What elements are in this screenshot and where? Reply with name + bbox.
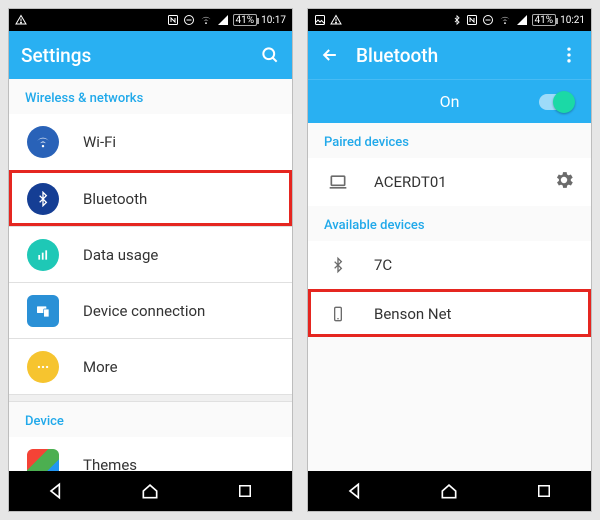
phone-bluetooth: 41% 10:21 Bluetooth On Paired devices AC… <box>307 8 592 512</box>
themes-icon <box>27 449 59 471</box>
row-label: Device connection <box>83 302 276 320</box>
status-bar: 41% 10:21 <box>308 9 591 31</box>
section-header-device: Device <box>9 402 292 437</box>
nav-recent-button[interactable] <box>524 476 564 506</box>
clock: 10:21 <box>560 15 585 26</box>
paired-device-acerdt01[interactable]: ACERDT01 <box>308 158 591 206</box>
phone-settings: 41% 10:17 Settings Wireless & networks W… <box>8 8 293 512</box>
wifi-icon <box>27 126 59 158</box>
warning-icon <box>330 14 342 26</box>
data-usage-icon <box>27 239 59 271</box>
device-label: Benson Net <box>374 305 575 323</box>
row-data-usage[interactable]: Data usage <box>9 226 292 282</box>
nfc-icon <box>167 14 179 26</box>
bluetooth-icon <box>27 183 59 215</box>
bluetooth-toggle[interactable] <box>539 94 573 110</box>
row-wifi[interactable]: Wi-Fi <box>9 114 292 170</box>
nav-bar <box>308 471 591 511</box>
page-title: Settings <box>21 44 91 67</box>
bluetooth-state-label: On <box>440 92 460 111</box>
row-label: Themes <box>83 456 276 471</box>
settings-list: Wireless & networks Wi-Fi Bluetooth Data… <box>9 79 292 471</box>
nav-home-button[interactable] <box>429 476 469 506</box>
nav-home-button[interactable] <box>130 476 170 506</box>
battery-icon: 41% <box>532 14 557 26</box>
available-device-benson-net[interactable]: Benson Net <box>308 289 591 337</box>
device-label: 7C <box>374 256 575 274</box>
back-icon[interactable] <box>320 45 340 65</box>
bluetooth-state-bar: On <box>308 79 591 123</box>
bluetooth-icon <box>326 255 350 275</box>
bluetooth-icon <box>452 14 462 26</box>
row-themes[interactable]: Themes <box>9 437 292 471</box>
search-icon[interactable] <box>260 45 280 65</box>
image-icon <box>314 14 326 26</box>
nav-back-button[interactable] <box>335 476 375 506</box>
device-label: ACERDT01 <box>374 173 529 191</box>
clock: 10:17 <box>261 15 286 26</box>
status-bar: 41% 10:17 <box>9 9 292 31</box>
section-header-wireless: Wireless & networks <box>9 79 292 114</box>
signal-icon <box>516 14 528 26</box>
wifi-icon <box>498 14 512 26</box>
do-not-disturb-icon <box>482 14 494 26</box>
nav-bar <box>9 471 292 511</box>
row-label: Data usage <box>83 246 276 264</box>
row-device-connection[interactable]: Device connection <box>9 282 292 338</box>
row-label: Wi-Fi <box>83 133 276 151</box>
do-not-disturb-icon <box>183 14 195 26</box>
phone-icon <box>326 304 350 324</box>
device-connection-icon <box>27 295 59 327</box>
section-header-available: Available devices <box>308 206 591 241</box>
more-icon <box>27 351 59 383</box>
wifi-icon <box>199 14 213 26</box>
row-label: More <box>83 358 276 376</box>
overflow-menu-icon[interactable] <box>559 45 579 65</box>
row-more[interactable]: More <box>9 338 292 394</box>
row-label: Bluetooth <box>83 190 276 208</box>
signal-icon <box>217 14 229 26</box>
laptop-icon <box>326 172 350 192</box>
app-bar: Bluetooth <box>308 31 591 79</box>
available-device-7c[interactable]: 7C <box>308 241 591 289</box>
gear-icon[interactable] <box>553 169 575 195</box>
battery-icon: 41% <box>233 14 258 26</box>
nav-back-button[interactable] <box>36 476 76 506</box>
nfc-icon <box>466 14 478 26</box>
row-bluetooth[interactable]: Bluetooth <box>9 170 292 226</box>
section-divider <box>9 394 292 402</box>
warning-icon <box>15 14 27 26</box>
section-header-paired: Paired devices <box>308 123 591 158</box>
nav-recent-button[interactable] <box>225 476 265 506</box>
app-bar: Settings <box>9 31 292 79</box>
bluetooth-list: Paired devices ACERDT01 Available device… <box>308 123 591 471</box>
page-title: Bluetooth <box>356 44 438 67</box>
